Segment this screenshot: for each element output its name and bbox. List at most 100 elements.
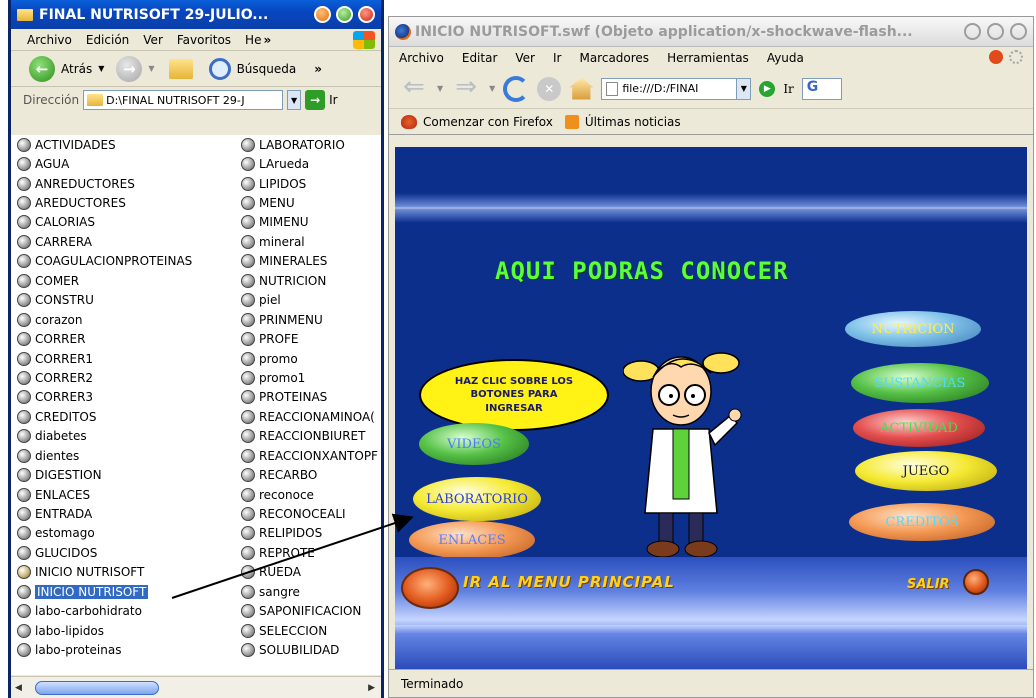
exit-label[interactable]: SALIR: [907, 577, 950, 592]
menu-ver[interactable]: Ver: [143, 33, 163, 47]
file-item[interactable]: REACCIONXANTOPF: [239, 446, 381, 465]
file-item[interactable]: RECONOCEALI: [239, 504, 381, 523]
actividad-button[interactable]: ACTIVIDAD: [853, 409, 985, 447]
close-button[interactable]: [1010, 23, 1027, 40]
file-item[interactable]: CONSTRU: [15, 291, 235, 310]
scroll-right-icon[interactable]: ▶: [368, 683, 375, 693]
minimize-button[interactable]: [314, 6, 331, 23]
file-item[interactable]: RUEDA: [239, 563, 381, 582]
scroll-left-icon[interactable]: ◀: [15, 683, 22, 693]
main-menu-button[interactable]: [401, 567, 459, 609]
menu-ir[interactable]: Ir: [553, 51, 561, 65]
folder-up-icon[interactable]: [168, 58, 193, 79]
file-item[interactable]: ENTRADA: [15, 504, 235, 523]
menu-marcadores[interactable]: Marcadores: [579, 51, 649, 65]
home-icon[interactable]: [569, 77, 594, 100]
file-item[interactable]: promo1: [239, 368, 381, 387]
file-item[interactable]: LIPIDOS: [239, 174, 381, 193]
back-dropdown-icon[interactable]: ▼: [437, 84, 443, 93]
address-input[interactable]: D:\FINAL NUTRISOFT 29-J: [83, 90, 284, 110]
file-item[interactable]: AREDUCTORES: [15, 193, 235, 212]
file-item[interactable]: estomago: [15, 524, 235, 543]
file-item[interactable]: dientes: [15, 446, 235, 465]
forward-arrow-icon[interactable]: ⇒: [451, 74, 481, 100]
menu-favoritos[interactable]: Favoritos: [177, 33, 231, 47]
enlaces-button[interactable]: ENLACES: [409, 521, 535, 559]
maximize-button[interactable]: [987, 23, 1004, 40]
file-item[interactable]: MIMENU: [239, 213, 381, 232]
go-label[interactable]: Ir: [329, 93, 337, 107]
menu-editar[interactable]: Editar: [462, 51, 498, 65]
file-item[interactable]: PRINMENU: [239, 310, 381, 329]
file-item[interactable]: LABORATORIO: [239, 135, 381, 154]
address-dropdown-icon[interactable]: ▼: [287, 90, 302, 110]
back-button-label[interactable]: Atrás: [61, 62, 92, 76]
file-item[interactable]: SAPONIFICACION: [239, 602, 381, 621]
file-item[interactable]: AGUA: [15, 154, 235, 173]
file-item[interactable]: promo: [239, 349, 381, 368]
nutricion-button[interactable]: NUTRICION: [845, 311, 981, 347]
file-item[interactable]: DIGESTION: [15, 465, 235, 484]
menu-ayuda[interactable]: He: [245, 33, 261, 47]
file-item[interactable]: COAGULACIONPROTEINAS: [15, 252, 235, 271]
go-arrow-icon[interactable]: →: [305, 90, 326, 110]
close-button[interactable]: [358, 6, 375, 23]
file-item[interactable]: piel: [239, 291, 381, 310]
minimize-button[interactable]: [964, 23, 981, 40]
file-item[interactable]: SOLUBILIDAD: [239, 640, 381, 659]
stop-icon[interactable]: ✕: [537, 76, 562, 101]
file-item[interactable]: CORRER1: [15, 349, 235, 368]
sustancias-button[interactable]: SUSTANCIAS: [851, 363, 989, 403]
search-icon[interactable]: [208, 57, 231, 80]
file-item[interactable]: CARRERA: [15, 232, 235, 251]
exit-button[interactable]: [963, 569, 989, 595]
file-item[interactable]: REACCIONBIURET: [239, 427, 381, 446]
file-item[interactable]: REPROTE: [239, 543, 381, 562]
file-item[interactable]: GLUCIDOS: [15, 543, 235, 562]
url-input[interactable]: file:///D:/FINAI ▼: [601, 77, 752, 100]
file-item[interactable]: labo-proteinas: [15, 640, 235, 659]
back-arrow-icon[interactable]: ⇐: [399, 74, 429, 100]
horizontal-scrollbar[interactable]: ◀ ▶: [11, 676, 381, 698]
file-item[interactable]: labo-carbohidrato: [15, 602, 235, 621]
url-dropdown-icon[interactable]: ▼: [736, 78, 751, 99]
file-item[interactable]: labo-lipidos: [15, 621, 235, 640]
go-icon[interactable]: ▶: [759, 80, 776, 97]
bookmark-noticias[interactable]: Últimas noticias: [585, 115, 681, 129]
file-item[interactable]: CORRER2: [15, 368, 235, 387]
firefox-title-bar[interactable]: INICIO NUTRISOFT.swf (Objeto application…: [389, 17, 1033, 47]
file-item[interactable]: reconoce: [239, 485, 381, 504]
laboratorio-button[interactable]: LABORATORIO: [413, 477, 541, 521]
file-item[interactable]: sangre: [239, 582, 381, 601]
menu-archivo[interactable]: Archivo: [27, 33, 72, 47]
search-button-label[interactable]: Búsqueda: [237, 62, 297, 76]
toolbar-more[interactable]: »: [314, 62, 322, 76]
file-item[interactable]: SELECCION: [239, 621, 381, 640]
file-item[interactable]: COMER: [15, 271, 235, 290]
creditos-button[interactable]: CREDITOS: [849, 503, 995, 541]
file-item[interactable]: MENU: [239, 193, 381, 212]
file-item[interactable]: ENLACES: [15, 485, 235, 504]
file-item[interactable]: ANREDUCTORES: [15, 174, 235, 193]
file-item[interactable]: diabetes: [15, 427, 235, 446]
file-item[interactable]: CREDITOS: [15, 407, 235, 426]
file-item[interactable]: LArueda: [239, 154, 381, 173]
juego-button[interactable]: JUEGO: [855, 451, 997, 491]
menu-ver[interactable]: Ver: [515, 51, 535, 65]
file-item[interactable]: ACTIVIDADES: [15, 135, 235, 154]
file-item[interactable]: INICIO NUTRISOFT: [15, 582, 235, 601]
main-menu-label[interactable]: IR AL MENU PRINCIPAL: [463, 573, 675, 591]
menu-herramientas[interactable]: Herramientas: [667, 51, 749, 65]
file-item[interactable]: PROFE: [239, 329, 381, 348]
explorer-title-bar[interactable]: FINAL NUTRISOFT 29-JULIO...: [11, 0, 381, 29]
file-item[interactable]: CORRER: [15, 329, 235, 348]
menu-archivo[interactable]: Archivo: [399, 51, 444, 65]
forward-arrow-icon[interactable]: →: [116, 55, 143, 82]
menu-ayuda[interactable]: Ayuda: [767, 51, 804, 65]
file-item[interactable]: CALORIAS: [15, 213, 235, 232]
file-item[interactable]: RECARBO: [239, 465, 381, 484]
back-dropdown-icon[interactable]: ▼: [98, 64, 104, 73]
file-item[interactable]: mineral: [239, 232, 381, 251]
reload-icon[interactable]: [503, 75, 530, 102]
file-item[interactable]: REACCIONAMINOA(: [239, 407, 381, 426]
